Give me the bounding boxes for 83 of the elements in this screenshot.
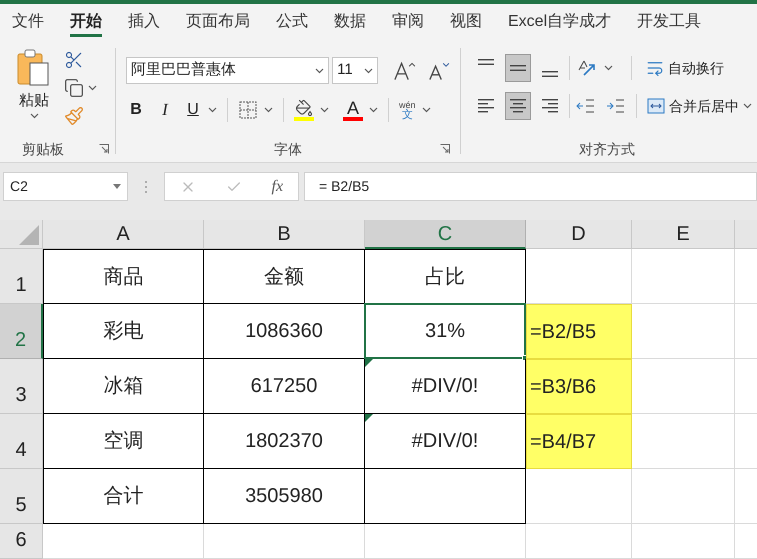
column-header[interactable]: E xyxy=(632,220,735,249)
ribbon-tab[interactable]: 数据 xyxy=(334,4,366,40)
decrease-indent-icon[interactable] xyxy=(576,97,596,115)
copy-icon[interactable] xyxy=(64,78,84,98)
column-header[interactable]: C xyxy=(365,220,526,249)
font-name-select[interactable]: 阿里巴巴普惠体 xyxy=(126,57,330,84)
horizontal-align-button[interactable] xyxy=(505,92,531,120)
align-lines-icon xyxy=(478,59,494,65)
ribbon-tab[interactable]: 插入 xyxy=(128,4,160,40)
chevron-icon[interactable] xyxy=(208,107,217,113)
chevron-icon[interactable] xyxy=(369,107,378,113)
align-lines-icon xyxy=(542,71,558,77)
table-cell: 金额 xyxy=(204,249,365,304)
chevron-icon[interactable] xyxy=(320,107,329,113)
increase-font-icon[interactable] xyxy=(393,60,416,82)
chevron-icon[interactable] xyxy=(364,68,374,74)
ribbon-tab[interactable]: 开始 xyxy=(70,4,102,40)
underline-button[interactable]: U xyxy=(184,98,202,122)
name-box[interactable]: C2 xyxy=(3,172,128,201)
table-cell: 1086360 xyxy=(204,304,365,359)
ribbon-tab[interactable]: Excel自学成才 xyxy=(508,4,612,40)
phonetic-guide-button[interactable]: wén 文 xyxy=(399,100,416,120)
italic-button[interactable]: I xyxy=(152,97,178,123)
fill-color-icon[interactable] xyxy=(295,99,313,117)
table-cell: 合计 xyxy=(43,469,204,524)
fill-color-bar xyxy=(294,117,314,121)
chevron-icon[interactable] xyxy=(422,107,431,113)
paste-button[interactable]: 粘贴 xyxy=(12,48,56,136)
dialog-launcher-icon[interactable] xyxy=(99,144,109,154)
bold-button[interactable]: B xyxy=(126,98,146,122)
drag-handle-icon[interactable] xyxy=(144,180,148,194)
table-cell: 617250 xyxy=(204,359,365,414)
borders-icon[interactable] xyxy=(238,100,258,120)
merge-center-button[interactable]: 合并后居中 xyxy=(647,96,752,116)
highlighted-cell: =B3/B6 xyxy=(526,359,632,414)
align-lines-icon xyxy=(510,65,526,71)
error-indicator-icon xyxy=(365,359,373,367)
column-header[interactable]: A xyxy=(43,220,204,249)
ribbon-tab[interactable]: 公式 xyxy=(276,4,308,40)
group-label: 剪贴板 xyxy=(22,140,64,158)
row-header[interactable]: 5 xyxy=(0,469,43,524)
table-cell: 商品 xyxy=(43,249,204,304)
table-cell: 3505980 xyxy=(204,469,365,524)
row-header[interactable]: 2 xyxy=(0,304,43,359)
wrap-text-button[interactable]: 自动换行 xyxy=(646,58,724,78)
row-header[interactable]: 3 xyxy=(0,359,43,414)
error-indicator-icon xyxy=(365,414,373,422)
font-color-bar xyxy=(343,117,363,121)
chevron-icon[interactable] xyxy=(315,68,324,74)
highlighted-cell: =B4/B7 xyxy=(526,414,632,469)
column-header[interactable]: D xyxy=(526,220,632,249)
chevron-icon[interactable] xyxy=(88,85,97,91)
row-header[interactable]: 6 xyxy=(0,524,43,559)
paste-chevron-icon[interactable] xyxy=(30,112,38,118)
group-label: 字体 xyxy=(274,140,302,158)
ribbon-tab[interactable]: 审阅 xyxy=(392,4,424,40)
wrap-text-icon xyxy=(646,59,664,77)
row-header[interactable]: 4 xyxy=(0,414,43,469)
table-cell: 空调 xyxy=(43,414,204,469)
dialog-launcher-icon[interactable] xyxy=(440,144,450,154)
chevron-icon[interactable] xyxy=(264,107,273,113)
table-cell: 彩电 xyxy=(43,304,204,359)
table-cell: 占比 xyxy=(365,249,526,304)
orientation-icon[interactable] xyxy=(576,58,598,78)
ribbon-tab[interactable]: 文件 xyxy=(12,4,44,40)
chevron-icon[interactable] xyxy=(604,65,613,71)
increase-indent-icon[interactable] xyxy=(606,97,626,115)
table-cell: 冰箱 xyxy=(43,359,204,414)
chevron-icon[interactable] xyxy=(743,103,752,109)
cut-icon[interactable] xyxy=(64,50,84,70)
highlighted-cell: =B2/B5 xyxy=(526,304,632,359)
row-header[interactable]: 1 xyxy=(0,249,43,304)
table-cell: 1802370 xyxy=(204,414,365,469)
ribbon-tab[interactable]: 视图 xyxy=(450,4,482,40)
font-size-select[interactable]: 11 xyxy=(332,57,378,84)
ribbon-tab[interactable]: 开发工具 xyxy=(637,4,702,40)
font-color-button[interactable]: A xyxy=(346,99,359,117)
merge-cells-icon xyxy=(647,98,665,114)
group-label: 对齐方式 xyxy=(579,140,635,158)
insert-function-button[interactable]: fx xyxy=(272,174,284,198)
vertical-align-button[interactable] xyxy=(505,54,531,82)
formula-input[interactable]: = B2/B5 xyxy=(304,172,757,201)
ribbon-tab[interactable]: 页面布局 xyxy=(186,4,250,40)
